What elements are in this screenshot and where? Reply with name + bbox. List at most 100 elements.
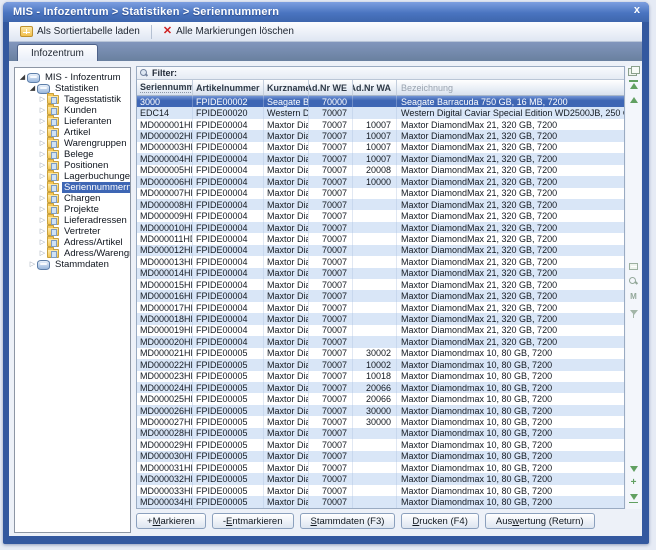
table-row[interactable]: MD000014HDFPIDE00004Maxtor Dia70007Maxto… — [137, 268, 624, 279]
expand-arrow-icon[interactable]: ▷ — [38, 184, 47, 191]
column-chooser-icon[interactable] — [628, 66, 639, 76]
table-row[interactable]: MD000004HDFPIDE00004Maxtor Dia7000710007… — [137, 153, 624, 164]
column-header-artikelnummer[interactable]: Artikelnummer — [193, 80, 264, 96]
tree-item-artikel[interactable]: ▷Artikel — [15, 127, 130, 138]
tree-item-projekte[interactable]: ▷Projekte — [15, 204, 130, 215]
tree-item-belege[interactable]: ▷Belege — [15, 149, 130, 160]
expand-arrow-icon[interactable]: ▷ — [38, 228, 47, 235]
table-row[interactable]: MD000032HDFPIDE00005Maxtor Dia70007Maxto… — [137, 473, 624, 484]
tree-item-adress-warengruppen[interactable]: ▷Adress/Warengruppen — [15, 248, 130, 259]
tree-item-kunden[interactable]: ▷Kunden — [15, 105, 130, 116]
scroll-up-icon[interactable] — [628, 96, 639, 104]
table-row[interactable]: EDC14FPIDE00020Western Di70007Western Di… — [137, 107, 624, 118]
expand-arrow-icon[interactable]: ▷ — [38, 151, 47, 158]
collapse-arrow-icon[interactable]: ◢ — [18, 74, 27, 81]
tree-item-positionen[interactable]: ▷Positionen — [15, 160, 130, 171]
tree-item-warengruppen[interactable]: ▷Warengruppen — [15, 138, 130, 149]
add-mark-icon[interactable]: + — [628, 479, 639, 487]
table-row[interactable]: MD000003HDFPIDE00004Maxtor Dia7000710007… — [137, 142, 624, 153]
table-row[interactable]: MD000016HDFPIDE00004Maxtor Dia70007Maxto… — [137, 290, 624, 301]
expand-arrow-icon[interactable]: ▷ — [38, 206, 47, 213]
button-stammdaten-f3[interactable]: Stammdaten (F3) — [300, 513, 396, 529]
tab-infozentrum[interactable]: Infozentrum — [17, 44, 98, 61]
table-row[interactable]: MD000006HDFPIDE00004Maxtor Dia7000710000… — [137, 176, 624, 187]
table-row[interactable]: MD000012HDFPIDE00004Maxtor Dia70007Maxto… — [137, 245, 624, 256]
expand-arrow-icon[interactable]: ▷ — [38, 217, 47, 224]
search-icon[interactable] — [628, 277, 639, 285]
filter-icon[interactable] — [628, 308, 639, 316]
expand-arrow-icon[interactable]: ▷ — [38, 140, 47, 147]
scroll-to-bottom-icon[interactable] — [628, 493, 639, 501]
filter-row[interactable]: Filter: — [137, 67, 624, 80]
table-row[interactable]: MD000002HDFPIDE00004Maxtor Dia7000710007… — [137, 130, 624, 141]
table-row[interactable]: MD000023HDFPIDE00005Maxtor Dia7000710018… — [137, 371, 624, 382]
table-row[interactable]: MD000011HDFPIDE00004Maxtor Dia70007Maxto… — [137, 233, 624, 244]
expand-arrow-icon[interactable]: ▷ — [38, 250, 47, 257]
table-row[interactable]: MD000027HDFPIDE00005Maxtor Dia7000730000… — [137, 416, 624, 427]
column-header-kurzname[interactable]: Kurzname — [264, 80, 309, 96]
goto-record-icon[interactable] — [628, 262, 639, 270]
table-row[interactable]: MD000021HDFPIDE00005Maxtor Dia7000730002… — [137, 348, 624, 359]
collapse-arrow-icon[interactable]: ◢ — [28, 85, 37, 92]
expand-arrow-icon[interactable]: ▷ — [38, 162, 47, 169]
expand-arrow-icon[interactable]: ▷ — [38, 118, 47, 125]
expand-arrow-icon[interactable]: ▷ — [28, 261, 37, 268]
expand-arrow-icon[interactable]: ▷ — [38, 195, 47, 202]
table-row[interactable]: MD000017HDFPIDE00004Maxtor Dia70007Maxto… — [137, 302, 624, 313]
table-row[interactable]: MD000025HDFPIDE00005Maxtor Dia7000720066… — [137, 393, 624, 404]
tree-item-lieferadressen[interactable]: ▷Lieferadressen — [15, 215, 130, 226]
grid-scroll-strip[interactable]: M+ — [626, 66, 641, 509]
table-row[interactable]: MD000001HDFPIDE00004Maxtor Dia7000710007… — [137, 119, 624, 130]
table-row[interactable]: MD000033HDFPIDE00005Maxtor Dia70007Maxto… — [137, 485, 624, 496]
mark-icon[interactable]: M — [628, 292, 639, 301]
clear-marks-button[interactable]: ✕ Alle Markierungen löschen — [158, 25, 299, 38]
table-row[interactable]: MD000029HDFPIDE00005Maxtor Dia70007Maxto… — [137, 439, 624, 450]
tree-item-statistiken[interactable]: ◢Statistiken — [15, 83, 130, 94]
column-header-ad-nr-wa[interactable]: Ad.Nr WA — [353, 80, 397, 96]
table-row[interactable]: MD000015HDFPIDE00004Maxtor Dia70007Maxto… — [137, 279, 624, 290]
table-row[interactable]: 3000FPIDE00002Seagate Ba70000Seagate Bar… — [137, 96, 624, 107]
close-button[interactable]: x — [634, 4, 640, 16]
column-header-seriennummer[interactable]: Seriennummer — [137, 80, 193, 96]
expand-arrow-icon[interactable]: ▷ — [38, 96, 47, 103]
tree-item-tagesstatistik[interactable]: ▷Tagesstatistik — [15, 94, 130, 105]
table-row[interactable]: MD000009HDFPIDE00004Maxtor Dia70007Maxto… — [137, 210, 624, 221]
table-row[interactable]: MD000028HDFPIDE00005Maxtor Dia70007Maxto… — [137, 428, 624, 439]
table-row[interactable]: MD000034HDFPIDE00005Maxtor Dia70007Maxto… — [137, 496, 624, 507]
button-markieren[interactable]: + Markieren — [136, 513, 206, 529]
table-row[interactable]: MD000024HDFPIDE00005Maxtor Dia7000720066… — [137, 382, 624, 393]
table-row[interactable]: MD000005HDFPIDE00004Maxtor Dia7000720008… — [137, 165, 624, 176]
column-header-bezeichnung[interactable]: Bezeichnung — [397, 80, 624, 96]
cell-ad-nr-wa — [353, 256, 397, 267]
scroll-down-icon[interactable] — [628, 465, 639, 473]
tree-item-lagerbuchungen[interactable]: ▷Lagerbuchungen — [15, 171, 130, 182]
button-auswertung-return[interactable]: Auswertung (Return) — [485, 513, 595, 529]
table-row[interactable]: MD000022HDFPIDE00005Maxtor Dia7000710002… — [137, 359, 624, 370]
expand-arrow-icon[interactable]: ▷ — [38, 173, 47, 180]
column-header-ad-nr-we[interactable]: Ad.Nr WE — [309, 80, 353, 96]
tree-item-mis-infozentrum[interactable]: ◢MIS - Infozentrum — [15, 72, 130, 83]
table-row[interactable]: MD000008HDFPIDE00004Maxtor Dia70007Maxto… — [137, 199, 624, 210]
expand-arrow-icon[interactable]: ▷ — [38, 107, 47, 114]
load-sort-table-button[interactable]: Als Sortiertabelle laden — [15, 25, 145, 38]
table-row[interactable]: MD000026HDFPIDE00005Maxtor Dia7000730000… — [137, 405, 624, 416]
expand-arrow-icon[interactable]: ▷ — [38, 129, 47, 136]
table-row[interactable]: MD000020HDFPIDE00004Maxtor Dia70007Maxto… — [137, 336, 624, 347]
expand-arrow-icon[interactable]: ▷ — [38, 239, 47, 246]
table-row[interactable]: MD000031HDFPIDE00005Maxtor Dia70007Maxto… — [137, 462, 624, 473]
tree-item-adress-artikel[interactable]: ▷Adress/Artikel — [15, 237, 130, 248]
tree-item-chargen[interactable]: ▷Chargen — [15, 193, 130, 204]
tree-item-vertreter[interactable]: ▷Vertreter — [15, 226, 130, 237]
table-row[interactable]: MD000013HDFPIDE00004Maxtor Dia70007Maxto… — [137, 256, 624, 267]
table-row[interactable]: MD000018HDFPIDE00004Maxtor Dia70007Maxto… — [137, 313, 624, 324]
table-row[interactable]: MD000010HDFPIDE00004Maxtor Dia70007Maxto… — [137, 222, 624, 233]
scroll-to-top-icon[interactable] — [628, 82, 639, 90]
table-row[interactable]: MD000007HDFPIDE00004Maxtor Dia70007Maxto… — [137, 188, 624, 199]
tree-item-lieferanten[interactable]: ▷Lieferanten — [15, 116, 130, 127]
tree-item-stammdaten[interactable]: ▷Stammdaten — [15, 259, 130, 270]
table-row[interactable]: MD000030HDFPIDE00005Maxtor Dia70007Maxto… — [137, 451, 624, 462]
button-entmarkieren[interactable]: - Entmarkieren — [212, 513, 294, 529]
tree-item-seriennummern[interactable]: ▷Seriennummern — [15, 182, 130, 193]
table-row[interactable]: MD000019HDFPIDE00004Maxtor Dia70007Maxto… — [137, 325, 624, 336]
button-drucken-f4[interactable]: Drucken (F4) — [401, 513, 478, 529]
